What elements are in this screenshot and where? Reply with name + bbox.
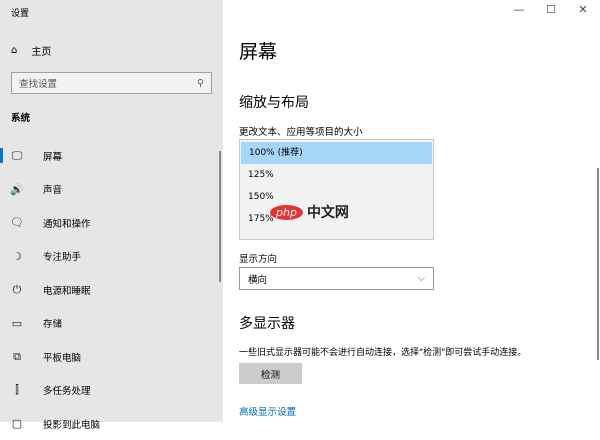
nav-home[interactable]: ⌂ 主页 <box>11 43 51 58</box>
scale-label: 更改文本、应用等项目的大小 <box>239 127 363 138</box>
close-button[interactable]: ✕ <box>568 3 598 16</box>
sidebar: 设置 ⌂ 主页 查找设置 ⚲ 系统 🖵 屏幕 🔊 声音 🗨 通知和操作 ☽ 专注助手 ⏻ 电源和睡眠 ▭… <box>0 0 223 431</box>
tablet-icon: ⧉ <box>13 349 21 363</box>
detect-button[interactable]: 检测 <box>239 363 302 384</box>
advanced-display-link[interactable]: 高级显示设置 <box>239 404 296 418</box>
sidebar-item[interactable]: ☽ 专注助手 <box>0 240 222 273</box>
sidebar-item[interactable]: ⏻ 电源和睡眠 <box>0 273 222 306</box>
maximize-button[interactable]: ☐ <box>536 3 566 16</box>
speaker-icon: 🔊 <box>10 182 24 196</box>
page-title: 屏幕 <box>239 41 278 63</box>
sidebar-item-label: 投影到此电脑 <box>43 419 101 431</box>
multitask-icon: ⫿ <box>15 383 19 396</box>
sidebar-item-label: 多任务处理 <box>43 386 91 397</box>
minimize-button[interactable]: — <box>504 3 534 16</box>
sidebar-item[interactable]: ⧉ 平板电脑 <box>0 340 222 373</box>
search-input[interactable]: 查找设置 ⚲ <box>11 72 212 94</box>
orientation-select[interactable]: 横向 ⌵ <box>239 267 434 290</box>
sidebar-item[interactable]: ▭ 存储 <box>0 307 222 340</box>
multi-display-heading: 多显示器 <box>239 316 295 332</box>
search-placeholder: 查找设置 <box>19 79 58 90</box>
section-title: 系统 <box>11 113 31 124</box>
search-icon: ⚲ <box>197 77 204 89</box>
sidebar-item[interactable]: ⫿ 多任务处理 <box>0 374 222 407</box>
sidebar-item[interactable]: ▢ 投影到此电脑 <box>0 407 222 440</box>
watermark-logo: php 中文网 <box>270 202 349 222</box>
home-label: 主页 <box>31 47 52 58</box>
sidebar-item-label: 通知和操作 <box>43 218 91 230</box>
multi-display-desc: 一些旧式显示器可能不会进行自动连接，选择"检测"即可尝试手动连接。 <box>239 348 527 358</box>
notification-icon: 🗨 <box>10 216 24 229</box>
app-title: 设置 <box>11 9 30 19</box>
project-icon: ▢ <box>11 417 23 430</box>
main-scrollbar[interactable] <box>597 168 599 360</box>
sidebar-item-label: 平板电脑 <box>43 352 82 364</box>
sidebar-item[interactable]: 🖵 屏幕 <box>0 139 222 172</box>
scale-heading: 缩放与布局 <box>239 95 309 111</box>
sidebar-item-label: 屏幕 <box>43 151 63 163</box>
orientation-value: 横向 <box>248 274 268 286</box>
orientation-label: 显示方向 <box>239 254 278 265</box>
monitor-icon: 🖵 <box>11 148 23 162</box>
storage-icon: ▭ <box>11 316 23 330</box>
sidebar-item-label: 存储 <box>43 319 63 330</box>
sidebar-item-label: 声音 <box>43 185 63 196</box>
scale-option[interactable]: 100% (推荐) <box>241 142 432 164</box>
scale-dropdown-list[interactable]: 100% (推荐) 125% 150% 175% <box>239 139 434 240</box>
power-icon: ⏻ <box>12 282 22 296</box>
sidebar-item[interactable]: 🔊 声音 <box>0 173 222 206</box>
moon-icon: ☽ <box>12 249 22 263</box>
home-icon: ⌂ <box>11 45 18 56</box>
scale-option[interactable]: 125% <box>240 164 433 186</box>
sidebar-item-label: 电源和睡眠 <box>43 285 91 297</box>
sidebar-item[interactable]: 🗨 通知和操作 <box>0 206 222 239</box>
sidebar-scrollbar[interactable] <box>219 151 221 282</box>
sidebar-item-label: 专注助手 <box>43 252 82 263</box>
chevron-down-icon: ⌵ <box>417 273 425 284</box>
